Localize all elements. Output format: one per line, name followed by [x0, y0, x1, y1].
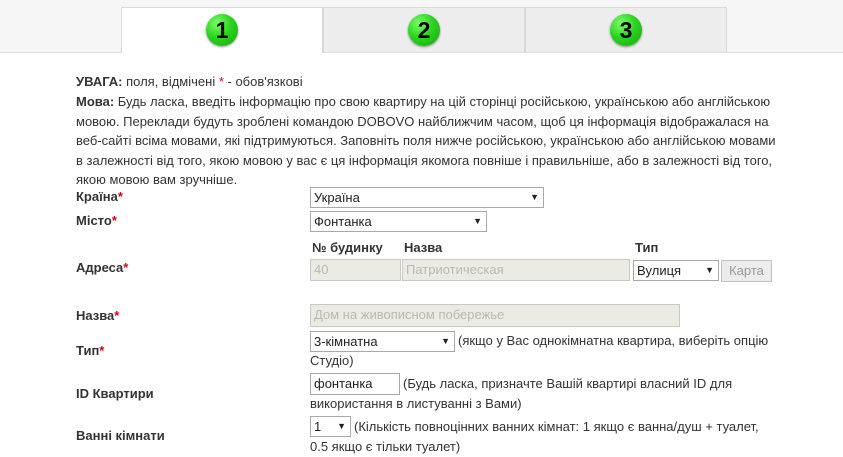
chevron-down-icon: ▼ [473, 216, 482, 226]
street-type-header: Тип [635, 240, 659, 255]
house-number-header: № будинку [312, 240, 383, 255]
type-label: Тип* [76, 343, 105, 358]
warning-suffix: - обов'язкові [223, 74, 303, 89]
street-name-input[interactable]: Патриотическая [402, 259, 630, 281]
language-text: Будь ласка, введіть інформацію про свою … [76, 94, 776, 187]
language-notice: Мова: Будь ласка, введіть інформацію про… [76, 92, 778, 190]
name-label: Назва* [76, 308, 120, 323]
apartment-id-hint: (Будь ласка, призначте Вашій квартирі вл… [310, 376, 733, 411]
step-number-2: 2 [408, 14, 440, 46]
chevron-down-icon: ▼ [705, 265, 714, 275]
street-type-select[interactable]: Вулиця ▼ [633, 260, 719, 281]
chevron-down-icon: ▼ [530, 192, 539, 202]
apartment-name-input[interactable]: Дом на живописном побережье [310, 304, 680, 327]
step-tab-3[interactable]: 3 [525, 7, 727, 52]
language-label: Мова: [76, 94, 115, 109]
bathrooms-label: Ванні кімнати [76, 428, 165, 443]
map-button[interactable]: Карта [721, 260, 772, 282]
step-number-1: 1 [206, 14, 238, 46]
type-hint: (якщо у Вас однокімнатна квартира, вибер… [310, 333, 769, 368]
step-tab-2[interactable]: 2 [323, 7, 525, 52]
house-number-input[interactable]: 40 [310, 259, 401, 281]
bathrooms-hint: (Кількість повноцінних ванних кімнат: 1 … [310, 419, 759, 454]
warning-label: УВАГА: [76, 74, 123, 89]
street-name-header: Назва [404, 240, 443, 255]
country-select[interactable]: Україна ▼ [310, 187, 544, 208]
address-label: Адреса* [76, 260, 129, 275]
warning-text: поля, відмічені [122, 74, 219, 89]
city-label: Місто* [76, 213, 117, 228]
city-select[interactable]: Фонтанка ▼ [310, 211, 487, 232]
country-label: Країна* [76, 189, 123, 204]
required-notice: УВАГА: поля, відмічені * - обов'язкові [76, 72, 776, 92]
step-tab-1[interactable]: 1 [121, 7, 323, 53]
step-number-3: 3 [610, 14, 642, 46]
apartment-id-label: ID Квартири [76, 386, 154, 401]
